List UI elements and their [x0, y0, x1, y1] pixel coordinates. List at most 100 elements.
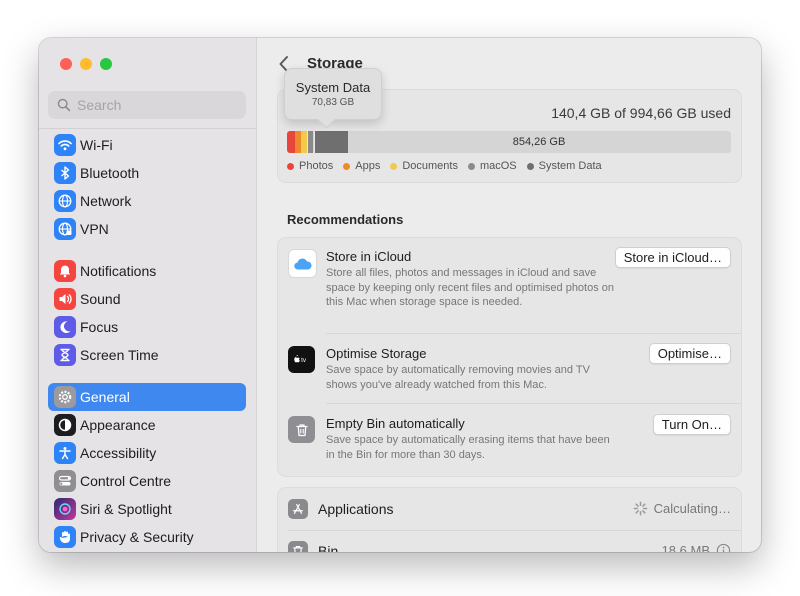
sidebar-item-sound[interactable]: Sound [48, 285, 246, 313]
search-icon [57, 98, 71, 112]
sidebar-divider [39, 128, 256, 129]
recommendations-card: Store in iCloud Store all files, photos … [277, 237, 742, 477]
sidebar-item-bluetooth[interactable]: Bluetooth [48, 159, 246, 187]
main-pane: Storage 140,4 GB of 994,66 GB used 854,2… [257, 38, 761, 552]
moon-icon [54, 316, 76, 338]
control-centre-icon [54, 470, 76, 492]
sidebar-item-label: Privacy & Security [80, 529, 194, 545]
close-button[interactable] [60, 58, 72, 70]
storage-legend: Photos Apps Documents macOS System Data [287, 160, 602, 172]
sidebar-item-label: Focus [80, 319, 119, 335]
sidebar-item-label: Control Centre [80, 473, 172, 489]
spinner-icon [633, 501, 648, 516]
svg-text:tv: tv [301, 357, 307, 364]
sidebar-item-appearance[interactable]: Appearance [48, 411, 246, 439]
bin-icon [288, 541, 308, 552]
sidebar-item-notifications[interactable]: Notifications [48, 257, 246, 285]
accessibility-icon [54, 442, 76, 464]
sidebar-item-focus[interactable]: Focus [48, 313, 246, 341]
category-label: Applications [318, 501, 394, 517]
legend-label: Apps [355, 160, 381, 172]
sidebar-item-general[interactable]: General [48, 383, 246, 411]
sidebar-item-label: Appearance [80, 417, 156, 433]
window-controls [60, 58, 112, 70]
vpn-globe-icon [54, 218, 76, 240]
sidebar-item-network[interactable]: Network [48, 187, 246, 215]
globe-icon [54, 190, 76, 212]
divider [326, 403, 741, 404]
sidebar: Search Wi-Fi Bluetooth Network VPN Notif… [39, 38, 257, 552]
recommendations-heading: Recommendations [287, 212, 404, 227]
sidebar-item-label: Accessibility [80, 445, 157, 461]
category-value: 18,6 MB [662, 543, 731, 552]
legend-label: Documents [402, 160, 458, 172]
category-row-applications[interactable]: Applications Calculating… [278, 488, 741, 530]
sidebar-item-siri-spotlight[interactable]: Siri & Spotlight [48, 495, 246, 523]
system-data-tooltip: System Data 70,83 GB [284, 68, 382, 129]
bluetooth-icon [54, 162, 76, 184]
minimize-button[interactable] [80, 58, 92, 70]
speaker-icon [54, 288, 76, 310]
search-field[interactable]: Search [48, 91, 246, 119]
sidebar-item-label: Screen Time [80, 347, 159, 363]
sidebar-item-vpn[interactable]: VPN [48, 215, 246, 243]
bar-free-space-label: 854,26 GB [512, 136, 566, 148]
recommendation-description: Save space by automatically erasing item… [326, 434, 610, 461]
legend-item-system-data: System Data [526, 160, 602, 172]
search-placeholder: Search [77, 97, 122, 113]
category-value-text: Calculating… [653, 501, 731, 516]
appearance-icon [54, 414, 76, 436]
storage-categories-card: Applications Calculating… Bin 18,6 MB [277, 487, 742, 552]
legend-dot [287, 162, 294, 170]
legend-label: Photos [299, 160, 334, 172]
sidebar-item-label: Sound [80, 291, 121, 307]
sidebar-item-privacy-security[interactable]: Privacy & Security [48, 523, 246, 551]
sidebar-item-label: Network [80, 193, 132, 209]
category-label: Bin [318, 543, 339, 552]
apple-tv-icon: tv [288, 346, 315, 373]
applications-icon [288, 499, 308, 519]
hand-icon [54, 526, 76, 548]
category-row-bin[interactable]: Bin 18,6 MB [278, 531, 741, 552]
legend-dot [467, 162, 475, 170]
bar-segment-macos[interactable] [307, 131, 313, 153]
siri-icon [54, 498, 76, 520]
tooltip-size: 70,83 GB [311, 97, 355, 108]
sidebar-item-label: Bluetooth [80, 165, 140, 181]
sidebar-item-accessibility[interactable]: Accessibility [48, 439, 246, 467]
wifi-icon [54, 134, 76, 156]
recommendation-title: Empty Bin automatically [326, 416, 465, 431]
store-in-icloud-button[interactable]: Store in iCloud… [614, 247, 731, 268]
recommendation-title: Store in iCloud [326, 249, 412, 264]
bar-segment-system-data[interactable] [314, 131, 348, 153]
sidebar-item-label: General [80, 389, 130, 405]
hourglass-icon [54, 344, 76, 366]
recommendation-description: Save space by automatically removing mov… [326, 364, 590, 391]
bell-icon [54, 260, 76, 282]
legend-item-documents: Documents [390, 160, 458, 172]
legend-item-macos: macOS [467, 160, 517, 172]
legend-dot [390, 162, 398, 170]
divider [326, 333, 741, 334]
sidebar-item-wifi[interactable]: Wi-Fi [48, 131, 246, 159]
sidebar-item-screen-time[interactable]: Screen Time [48, 341, 246, 369]
info-icon[interactable] [716, 543, 731, 552]
storage-usage-bar[interactable]: 854,26 GB [287, 131, 731, 153]
legend-dot [343, 162, 351, 170]
zoom-button[interactable] [100, 58, 112, 70]
turn-on-button[interactable]: Turn On… [652, 414, 731, 435]
bin-icon [288, 416, 315, 443]
sidebar-item-label: Siri & Spotlight [80, 501, 172, 517]
category-value: Calculating… [633, 501, 731, 516]
settings-window: Search Wi-Fi Bluetooth Network VPN Notif… [39, 38, 761, 552]
tooltip-title: System Data [295, 80, 371, 95]
sidebar-item-label: Wi-Fi [80, 137, 113, 153]
optimise-button[interactable]: Optimise… [648, 343, 731, 364]
sidebar-item-label: VPN [80, 221, 109, 237]
bar-segment-photos[interactable] [287, 131, 295, 153]
legend-dot [526, 162, 534, 170]
legend-label: macOS [479, 160, 517, 172]
storage-usage-summary: 140,4 GB of 994,66 GB used [551, 105, 731, 121]
legend-label: System Data [538, 160, 602, 172]
sidebar-item-control-centre[interactable]: Control Centre [48, 467, 246, 495]
